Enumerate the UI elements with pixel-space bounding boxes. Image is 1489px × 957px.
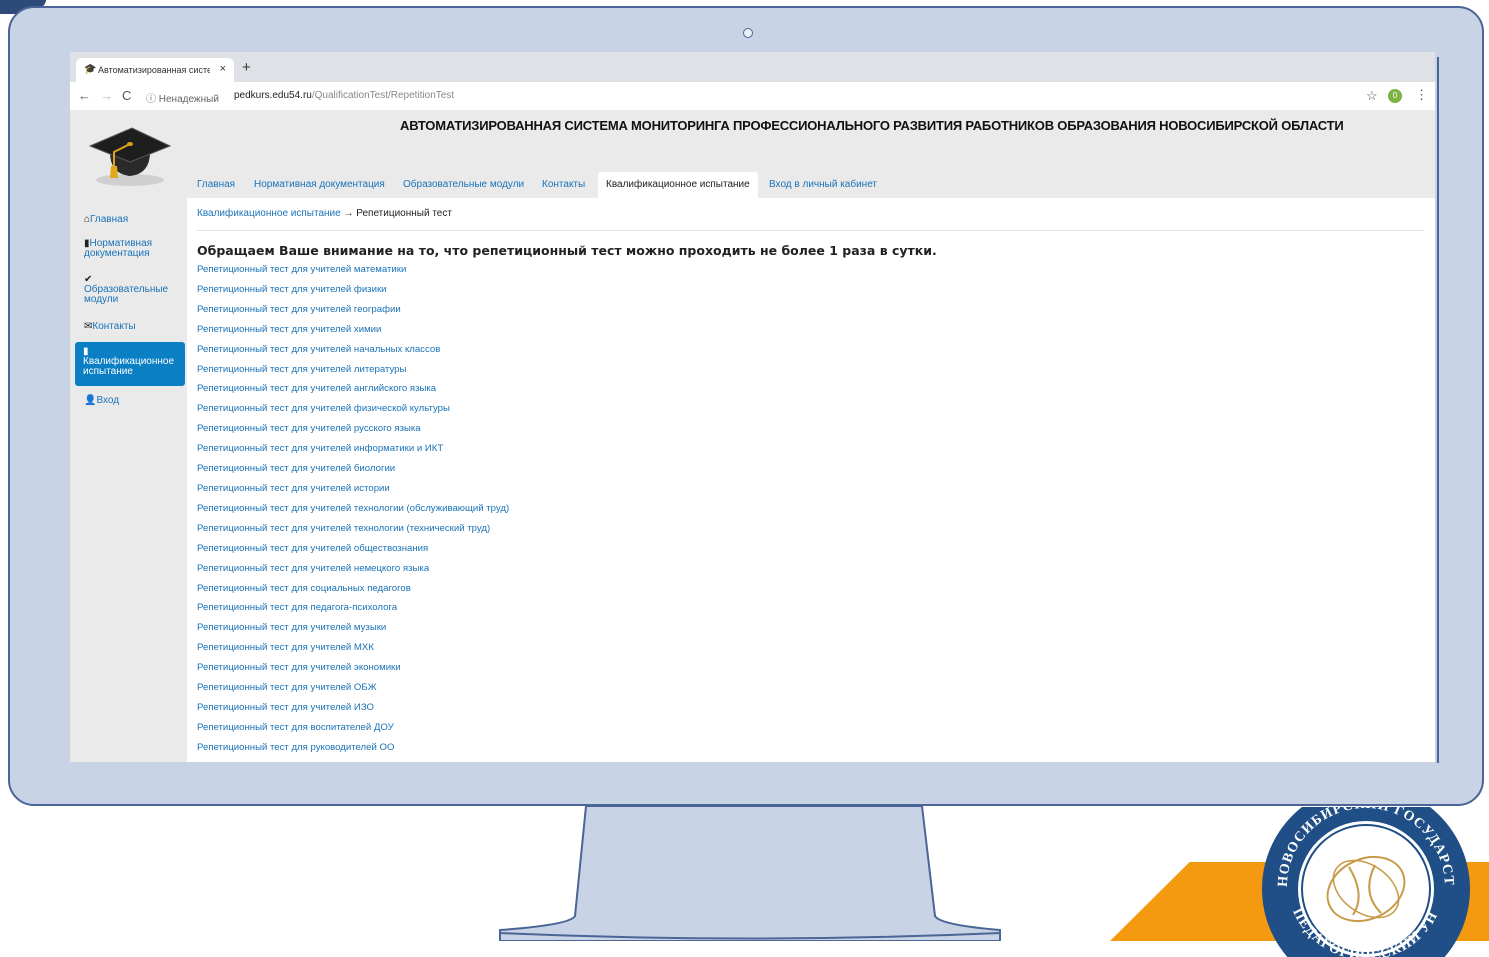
- nav-contacts[interactable]: Контакты: [542, 172, 585, 198]
- test-link[interactable]: Репетиционный тест для учителей русского…: [197, 423, 509, 443]
- test-link[interactable]: Репетиционный тест для учителей химии: [197, 324, 509, 344]
- sidebar-item-documents[interactable]: ▮Нормативная документация: [84, 239, 152, 259]
- test-link[interactable]: Репетиционный тест для учителей МХК: [197, 642, 509, 662]
- browser-tab[interactable]: 🎓 Автоматизированная систем ×: [76, 58, 234, 82]
- test-link[interactable]: Репетиционный тест для учителей информат…: [197, 443, 509, 463]
- breadcrumb-link[interactable]: Квалификационное испытание: [197, 208, 341, 219]
- test-link[interactable]: Репетиционный тест для педагога-психолог…: [197, 602, 509, 622]
- browser-window: 🎓 Автоматизированная систем × + ← → C ⓘ …: [70, 52, 1435, 762]
- divider: [196, 230, 1424, 231]
- notice-text: Обращаем Ваше внимание на то, что репети…: [197, 243, 937, 258]
- test-link[interactable]: Репетиционный тест для руководителей ОО: [197, 742, 509, 762]
- test-list: Репетиционный тест для учителей математи…: [197, 264, 509, 762]
- test-link[interactable]: Репетиционный тест для учителей немецког…: [197, 563, 509, 583]
- test-link[interactable]: Репетиционный тест для учителей географи…: [197, 304, 509, 324]
- bookmark-star-icon[interactable]: ☆: [1366, 88, 1378, 104]
- new-tab-button[interactable]: +: [242, 59, 251, 76]
- nav-home[interactable]: Главная: [197, 172, 235, 198]
- university-seal-logo: НОВОСИБИРСКИЙ ГОСУДАРСТВЕННЫЙ ПЕДАГОГИЧЕ…: [1257, 807, 1470, 957]
- user-icon: 👤: [84, 395, 97, 406]
- breadcrumb-current: Репетиционный тест: [356, 208, 452, 219]
- test-link[interactable]: Репетиционный тест для учителей литерату…: [197, 364, 509, 384]
- sidebar: ⌂Главная ▮Нормативная документация ✔ Обр…: [70, 198, 187, 762]
- sidebar-item-qualification-test[interactable]: ▮ Квалификационное испытание: [75, 342, 185, 386]
- test-link[interactable]: Репетиционный тест для учителей физическ…: [197, 403, 509, 423]
- sidebar-item-label: Главная: [90, 214, 129, 225]
- extension-icon[interactable]: 0: [1388, 89, 1402, 103]
- sidebar-item-contacts[interactable]: ✉Контакты: [84, 322, 136, 332]
- test-link[interactable]: Репетиционный тест для учителей биологии: [197, 463, 509, 483]
- test-link[interactable]: Репетиционный тест для учителей начальны…: [197, 344, 509, 364]
- sidebar-item-label: Контакты: [92, 321, 136, 332]
- reload-icon[interactable]: C: [122, 88, 131, 103]
- tab-bar: 🎓 Автоматизированная систем × +: [70, 52, 1435, 82]
- test-link[interactable]: Репетиционный тест для учителей истории: [197, 483, 509, 503]
- close-tab-icon[interactable]: ×: [220, 63, 226, 75]
- nav-login[interactable]: Вход в личный кабинет: [769, 172, 877, 198]
- sidebar-item-label: модули: [84, 294, 119, 305]
- forward-icon[interactable]: →: [100, 88, 113, 103]
- test-link[interactable]: Репетиционный тест для учителей технолог…: [197, 503, 509, 523]
- nav-modules[interactable]: Образовательные модули: [403, 172, 524, 198]
- test-link[interactable]: Репетиционный тест для воспитателей ДОУ: [197, 722, 509, 742]
- tab-title: Автоматизированная систем: [98, 65, 210, 75]
- graduation-cap-icon: 🎓: [84, 64, 97, 75]
- url-field[interactable]: pedkurs.edu54.ru/QualificationTest/Repet…: [234, 90, 454, 101]
- nav-qualification-test[interactable]: Квалификационное испытание: [598, 172, 758, 198]
- test-link[interactable]: Репетиционный тест для учителей ОБЖ: [197, 682, 509, 702]
- breadcrumb: Квалификационное испытание → Репетиционн…: [197, 208, 452, 219]
- nav-documents[interactable]: Нормативная документация: [254, 172, 385, 198]
- test-link[interactable]: Репетиционный тест для учителей технолог…: [197, 523, 509, 543]
- url-host: pedkurs.edu54.ru: [234, 90, 312, 101]
- test-link[interactable]: Репетиционный тест для учителей ИЗО: [197, 702, 509, 722]
- back-icon[interactable]: ←: [78, 88, 91, 103]
- test-link[interactable]: Репетиционный тест для учителей экономик…: [197, 662, 509, 682]
- site-title: АВТОМАТИЗИРОВАННАЯ СИСТЕМА МОНИТОРИНГА П…: [400, 118, 1344, 133]
- sidebar-item-home[interactable]: ⌂Главная: [84, 215, 128, 225]
- test-link[interactable]: Репетиционный тест для учителей английск…: [197, 383, 509, 403]
- camera-icon: [743, 28, 753, 38]
- address-bar: ← → C ⓘ Ненадежный pedkurs.edu54.ru/Qual…: [70, 82, 1435, 111]
- site-header: АВТОМАТИЗИРОВАННАЯ СИСТЕМА МОНИТОРИНГА П…: [70, 110, 1435, 198]
- test-link[interactable]: Репетиционный тест для учителей математи…: [197, 264, 509, 284]
- graduation-cap-logo: [88, 127, 172, 186]
- breadcrumb-separator: →: [343, 208, 354, 219]
- sidebar-item-login[interactable]: 👤Вход: [84, 396, 119, 406]
- url-path: /QualificationTest/RepetitionTest: [311, 90, 455, 101]
- test-link[interactable]: Репетиционный тест для учителей общество…: [197, 543, 509, 563]
- test-link[interactable]: Репетиционный тест для учителей физики: [197, 284, 509, 304]
- security-indicator[interactable]: ⓘ Ненадежный: [146, 90, 219, 105]
- browser-menu-icon[interactable]: ⋮: [1415, 87, 1428, 103]
- sidebar-item-label: Вход: [96, 395, 120, 406]
- sidebar-item-modules[interactable]: ✔ Образовательные модули: [84, 275, 168, 305]
- test-link[interactable]: Репетиционный тест для социальных педаго…: [197, 583, 509, 603]
- test-link[interactable]: Репетиционный тест для учителей музыки: [197, 622, 509, 642]
- sidebar-item-label: испытание: [83, 366, 133, 377]
- sidebar-item-label: документация: [84, 248, 150, 259]
- main-content: Квалификационное испытание → Репетиционн…: [188, 198, 1435, 762]
